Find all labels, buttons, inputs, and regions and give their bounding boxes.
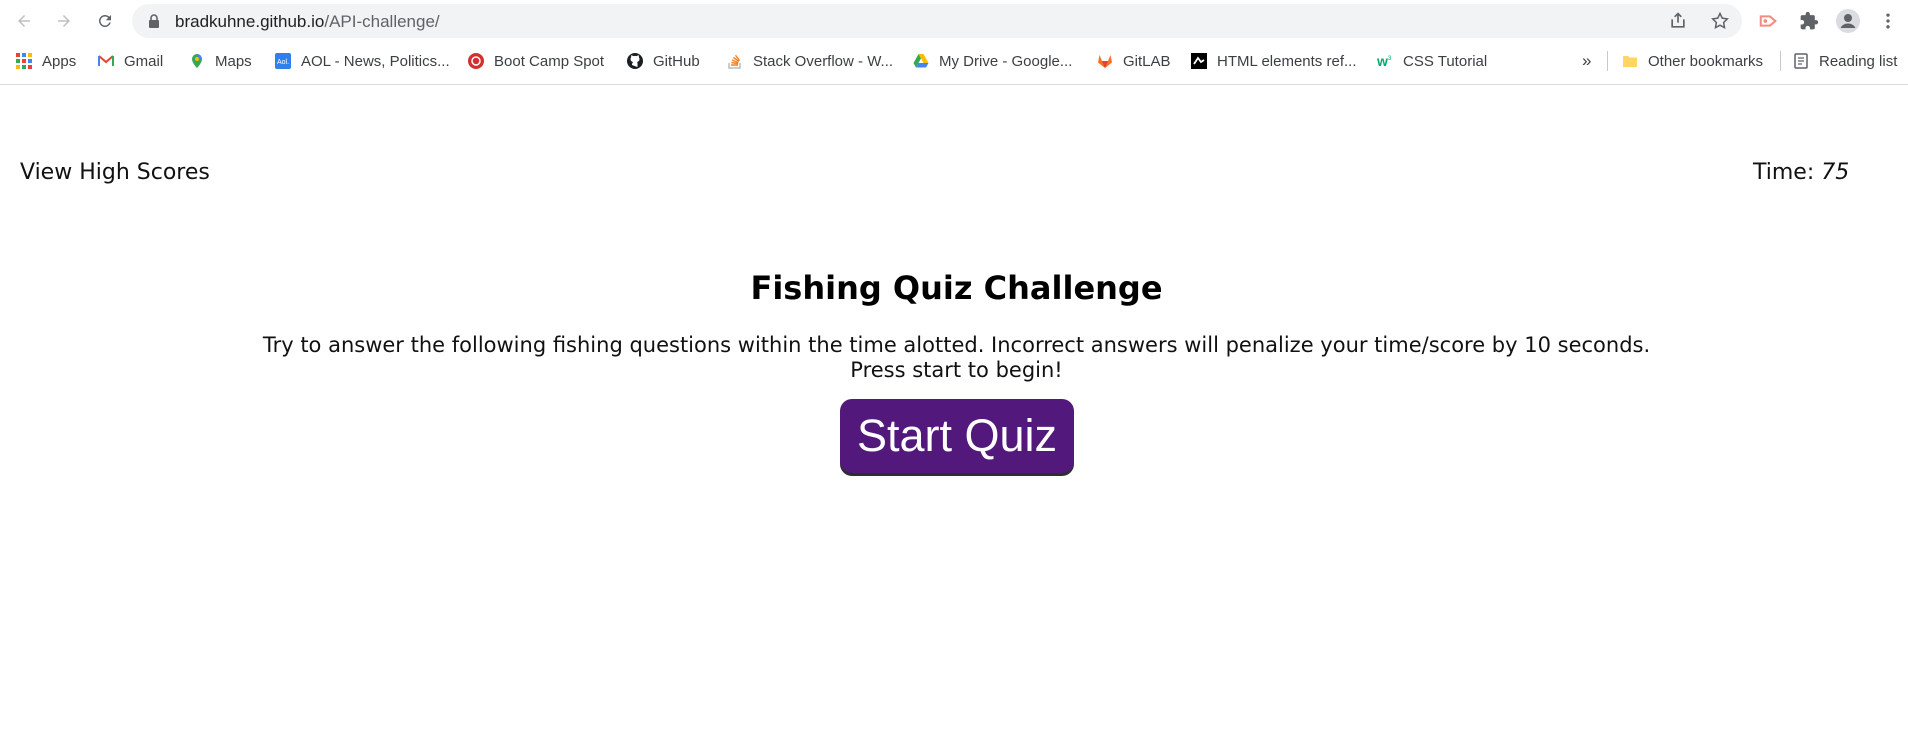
bookmark-label: Reading list	[1819, 52, 1898, 70]
extension-record-icon[interactable]	[1757, 9, 1781, 33]
reload-icon	[98, 14, 111, 27]
kebab-menu-icon[interactable]	[1876, 9, 1900, 33]
bookmark-label: Gmail	[124, 52, 164, 70]
bookmark-other-bookmarks[interactable]: Other bookmarks	[1622, 42, 1763, 80]
aol-icon: Aol.	[275, 53, 291, 69]
svg-text:w: w	[1377, 53, 1388, 69]
gitlab-icon	[1098, 55, 1112, 68]
mdn-icon	[1191, 53, 1207, 69]
arrow-left-icon	[18, 15, 30, 27]
google-drive-icon	[913, 54, 929, 68]
bookmark-drive[interactable]: My Drive - Google...	[913, 42, 1072, 80]
bookmark-label: AOL - News, Politics...	[301, 52, 450, 70]
reload-button[interactable]	[90, 6, 120, 36]
url-host: bradkuhne.github.io	[175, 12, 325, 31]
svg-text:3: 3	[1388, 56, 1392, 62]
reading-list-icon	[1794, 53, 1808, 69]
bookmark-apps[interactable]: Apps	[16, 42, 76, 80]
bookmark-label: Boot Camp Spot	[494, 52, 605, 70]
github-icon	[627, 53, 643, 69]
gmail-icon	[98, 55, 114, 66]
url-text: bradkuhne.github.io/API-challenge/	[175, 12, 440, 32]
browser-toolbar: bradkuhne.github.io/API-challenge/	[0, 0, 1908, 42]
stackoverflow-icon	[728, 54, 741, 69]
forward-button[interactable]	[49, 6, 79, 36]
bookmark-stackoverflow[interactable]: Stack Overflow - W...	[727, 42, 893, 80]
bookmark-label: Maps	[215, 52, 252, 70]
bookmark-gitlab[interactable]: GitLAB	[1097, 42, 1171, 80]
maps-pin-icon	[192, 54, 202, 68]
star-icon[interactable]	[1710, 11, 1730, 31]
bookmark-bootcamp[interactable]: Boot Camp Spot	[468, 42, 604, 80]
reading-list-button[interactable]: Reading list	[1793, 42, 1897, 80]
back-button[interactable]	[9, 6, 39, 36]
bookmark-gmail[interactable]: Gmail	[98, 42, 163, 80]
page-content: View High Scores Time: 75 Fishing Quiz C…	[0, 85, 1908, 740]
quiz-title: Fishing Quiz Challenge	[750, 269, 1163, 307]
apps-grid-icon	[16, 53, 32, 69]
arrow-right-icon	[58, 15, 70, 27]
bookmarks-divider	[1780, 51, 1781, 71]
bookmark-maps[interactable]: Maps	[189, 42, 252, 80]
bookmark-label: GitLAB	[1123, 52, 1171, 70]
bookmark-label: Other bookmarks	[1648, 52, 1764, 70]
timer: Time: 75	[1753, 160, 1849, 185]
bookmarks-bar: Apps Gmail Maps Aol. AOL - News, Politic…	[0, 42, 1908, 85]
share-icon[interactable]	[1668, 11, 1688, 31]
url-path: /API-challenge/	[324, 12, 440, 31]
bookmarks-overflow-button[interactable]: »	[1582, 42, 1591, 80]
timer-value: 75	[1821, 160, 1850, 185]
w3schools-icon: w3	[1377, 53, 1392, 69]
bookmark-label: CSS Tutorial	[1403, 52, 1488, 70]
svg-text:Aol.: Aol.	[277, 59, 289, 66]
folder-icon	[1623, 56, 1637, 67]
bookmark-label: Stack Overflow - W...	[753, 52, 894, 70]
bookmark-label: My Drive - Google...	[939, 52, 1073, 70]
bookmark-label: Apps	[42, 52, 77, 70]
view-high-scores-link[interactable]: View High Scores	[20, 160, 210, 185]
profile-avatar-icon[interactable]	[1836, 9, 1860, 33]
bookmarks-divider	[1607, 51, 1608, 71]
bootcamp-icon	[468, 53, 484, 69]
bookmark-label: GitHub	[653, 52, 700, 70]
bookmark-label: HTML elements ref...	[1217, 52, 1357, 70]
bookmark-mdn[interactable]: HTML elements ref...	[1191, 42, 1356, 80]
extensions-puzzle-icon[interactable]	[1797, 9, 1821, 33]
timer-label: Time:	[1753, 160, 1815, 185]
quiz-description: Try to answer the following fishing ques…	[262, 333, 1651, 382]
start-quiz-button[interactable]: Start Quiz	[840, 399, 1074, 473]
bookmark-github[interactable]: GitHub	[627, 42, 700, 80]
bookmark-aol[interactable]: Aol. AOL - News, Politics...	[275, 42, 450, 80]
overflow-label: »	[1582, 51, 1592, 70]
lock-icon	[149, 14, 159, 28]
bookmark-css-tutorial[interactable]: w3 CSS Tutorial	[1377, 42, 1487, 80]
address-bar[interactable]: bradkuhne.github.io/API-challenge/	[132, 4, 1742, 38]
